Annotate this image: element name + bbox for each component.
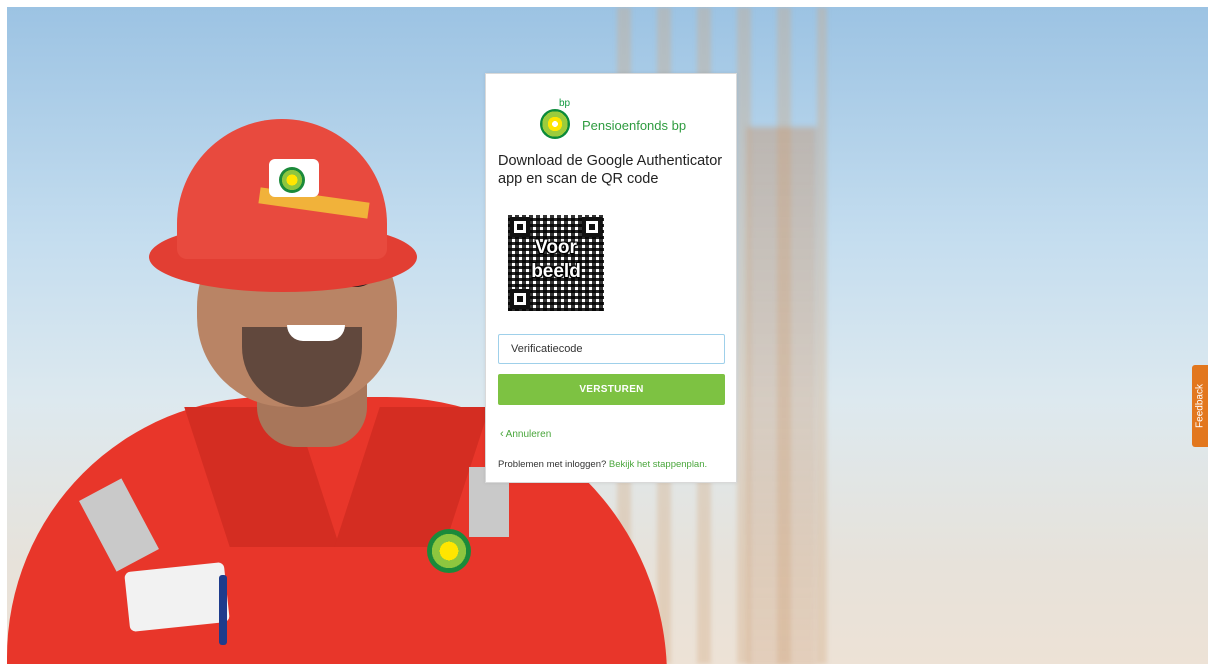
help-steps-link[interactable]: Bekijk het stappenplan. [609,459,707,470]
logo-text: Pensioenfonds bp [582,118,687,133]
drilling-rig-tower [747,127,817,664]
verification-code-input[interactable] [498,334,725,364]
qr-sample-overlay-line1: Voor [535,237,577,258]
qr-finder-top-right [582,217,602,237]
worker-smile [287,325,345,341]
submit-button[interactable]: VERSTUREN [498,374,725,405]
bp-helios-sun-icon [427,529,471,573]
cancel-link[interactable]: ‹ Annuleren [500,428,551,440]
bp-helios-sun-icon [279,167,305,193]
qr-code: Voor beeld [508,215,604,311]
qr-finder-bottom-left [510,289,530,309]
qr-sample-overlay-line2: beeld [531,261,581,282]
login-help: Problemen met inloggen? Bekijk het stapp… [498,459,730,470]
login-help-text: Problemen met inloggen? [498,459,609,470]
page-title: Download de Google Authenticator app en … [498,153,723,187]
login-card: bp Pensioenfonds bp Download de Google A… [485,73,737,483]
feedback-tab-label: Feedback [1194,384,1206,428]
bp-helios-sun-icon [540,109,570,139]
worker-pocket [124,561,230,633]
brand-logo: bp Pensioenfonds bp [540,98,700,142]
cancel-link-label: Annuleren [505,429,552,440]
chevron-left-icon: ‹ [500,428,504,440]
qr-finder-top-left [510,217,530,237]
logo-bp-mark: bp [559,98,571,109]
pen [219,575,227,645]
feedback-tab[interactable]: Feedback [1192,365,1208,447]
